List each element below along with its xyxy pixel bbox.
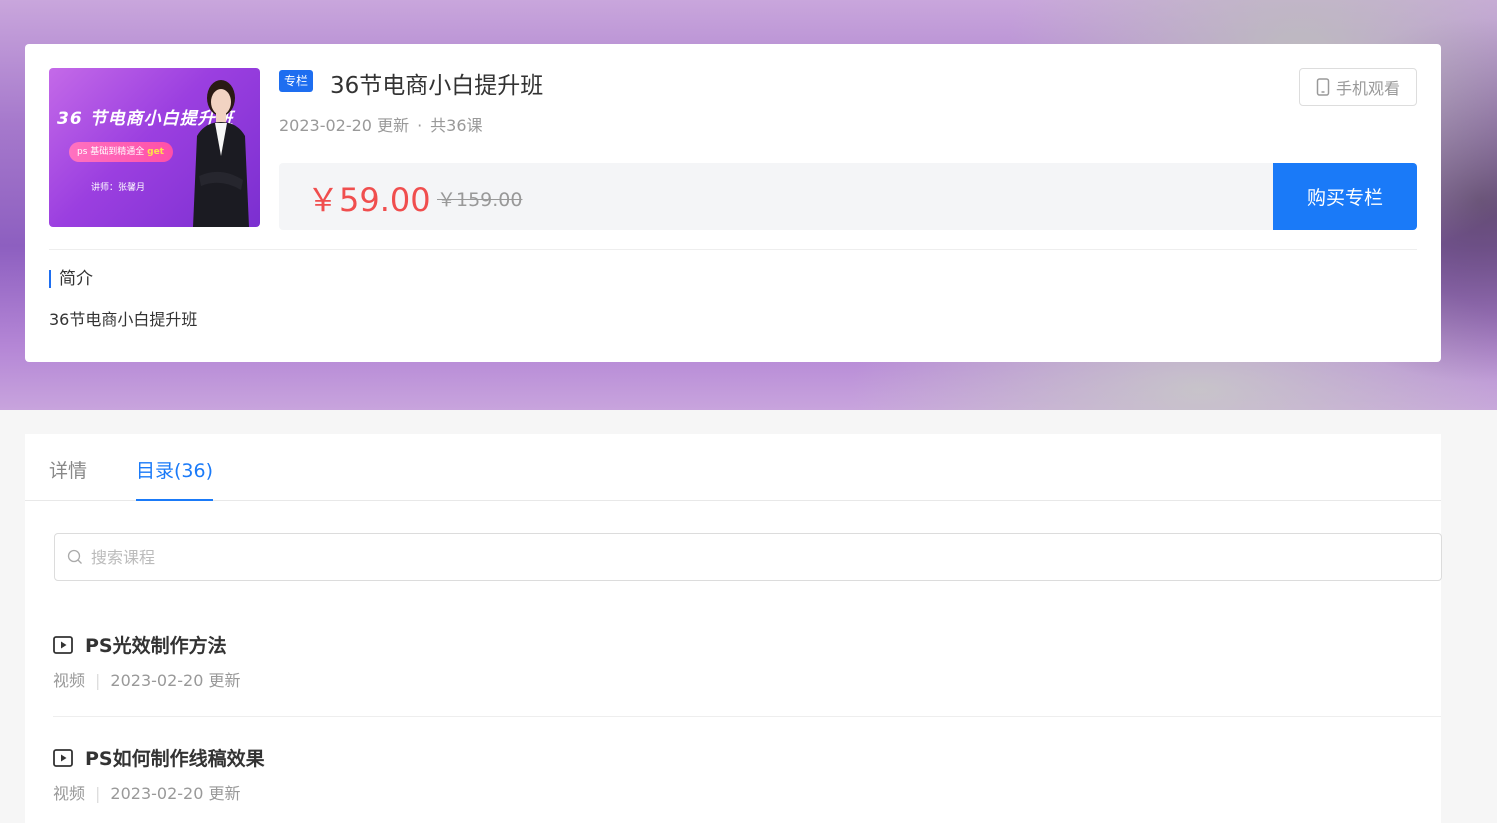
lesson-type: 视频	[53, 784, 86, 803]
column-badge: 专栏	[279, 70, 314, 92]
intro-text: 36节电商小白提升班	[49, 310, 198, 329]
intro-heading: 简介	[49, 270, 93, 288]
video-play-icon	[53, 635, 73, 654]
lesson-title: PS如何制作线稿效果	[85, 748, 265, 770]
divider	[49, 249, 1417, 250]
lessons-count: 共36课	[430, 116, 483, 135]
course-card: 36 节电商小白提升班 ps 基础到精通全 get 讲师：张馨月 专栏 36节电…	[25, 44, 1441, 362]
search-icon	[67, 549, 82, 564]
teacher-photo	[193, 80, 249, 227]
lesson-item[interactable]: PS光效制作方法 视频 | 2023-02-20 更新	[53, 604, 1441, 717]
phone-icon	[1316, 78, 1330, 96]
price-bar: ￥59.00 ￥159.00 购买专栏	[279, 163, 1417, 230]
cover-teacher: 讲师：张馨月	[91, 183, 146, 193]
original-price: ￥159.00	[437, 189, 523, 211]
video-play-icon	[53, 748, 73, 767]
buy-column-button[interactable]: 购买专栏	[1273, 163, 1417, 230]
mobile-view-label: 手机观看	[1335, 79, 1400, 98]
meta-dot: ·	[417, 116, 423, 135]
meta-separator: |	[95, 671, 101, 690]
catalog-panel: 详情 目录(36) PS光效制作方法 视频|2023-02-20 更新 PS如	[25, 434, 1442, 823]
lesson-updated: 2023-02-20 更新	[110, 671, 241, 690]
meta-separator: |	[95, 784, 101, 803]
lesson-title: PS光效制作方法	[85, 635, 227, 657]
search-box	[54, 533, 1442, 581]
lesson-updated: 2023-02-20 更新	[110, 784, 241, 803]
lesson-item[interactable]: PS如何制作线稿效果 视频 | 2023-02-20 更新	[53, 717, 1441, 823]
search-input[interactable]	[91, 547, 1391, 567]
tab-details[interactable]: 详情	[49, 456, 87, 501]
cover-pill: ps 基础到精通全 get	[69, 142, 173, 162]
current-price: ￥59.00	[307, 181, 431, 219]
course-title: 36节电商小白提升班	[330, 73, 544, 99]
course-cover-image[interactable]: 36 节电商小白提升班 ps 基础到精通全 get 讲师：张馨月	[49, 68, 260, 227]
mobile-view-button[interactable]: 手机观看	[1299, 68, 1417, 106]
updated-date: 2023-02-20 更新	[279, 116, 410, 135]
lesson-type: 视频	[53, 671, 86, 690]
course-meta: 2023-02-20 更新 · 共36课	[279, 112, 483, 136]
tab-catalog[interactable]: 目录(36)	[136, 456, 214, 501]
tab-bar: 详情 目录(36)	[25, 434, 1441, 501]
